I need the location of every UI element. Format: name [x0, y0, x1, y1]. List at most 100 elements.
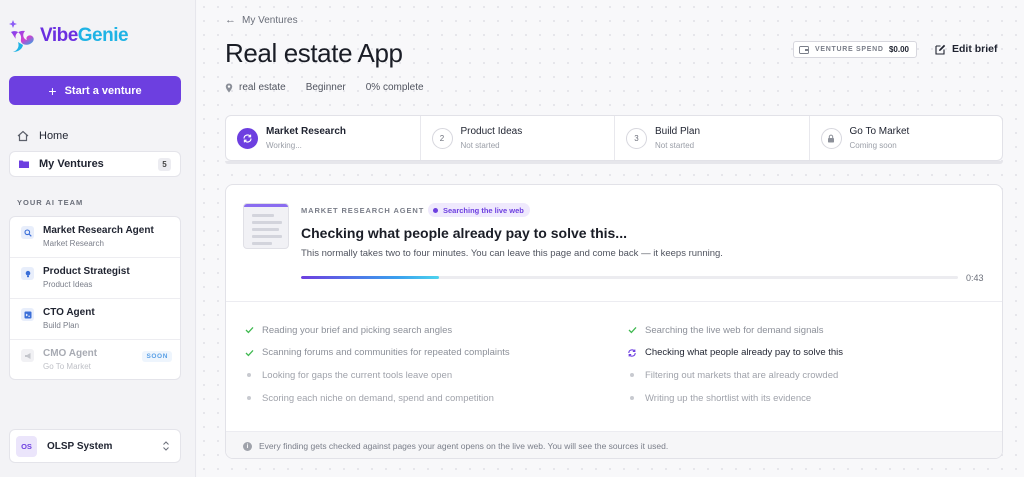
step-text: Writing up the shortlist with its eviden…: [645, 392, 812, 404]
research-step: Searching the live web for demand signal…: [626, 323, 824, 337]
wallet-icon: [799, 45, 809, 54]
step-text: Filtering out markets that are already c…: [645, 369, 839, 381]
workspace-avatar: OS: [16, 435, 37, 457]
search-icon: [21, 226, 34, 239]
research-step: Writing up the shortlist with its eviden…: [626, 391, 811, 405]
tab-market-research[interactable]: Market Research Working...: [226, 116, 421, 160]
document-icon: [243, 203, 289, 249]
tab-status: Not started: [460, 141, 500, 150]
agent-label: MARKET RESEARCH AGENT: [301, 206, 425, 215]
agent-cto[interactable]: CTO Agent Build Plan: [10, 299, 180, 340]
research-step: Scanning forums and communities for repe…: [243, 346, 510, 360]
check-icon: [628, 326, 636, 334]
tab-status: Coming soon: [849, 141, 897, 150]
tab-label: Product Ideas: [460, 126, 523, 137]
back-link[interactable]: ← My Ventures: [225, 14, 298, 26]
tab-step-indicator: [237, 128, 258, 149]
page-title: Real estate App: [225, 38, 403, 68]
workspace-name: OLSP System: [47, 440, 113, 452]
sources-footnote-text: Every finding gets checked against pages…: [259, 441, 669, 451]
live-status-label: Searching the live web: [443, 205, 524, 215]
edit-brief-button[interactable]: Edit brief: [935, 43, 998, 55]
workflow-tabs: Market Research Working... 2 Product Ide…: [225, 115, 1003, 161]
research-step: Filtering out markets that are already c…: [626, 368, 838, 382]
venture-category: real estate: [239, 82, 286, 93]
tab-go-to-market[interactable]: Go To Market Coming soon: [810, 116, 1003, 160]
sidebar: VibeGenie + Start a venture Home My Vent…: [0, 0, 196, 477]
agent-name: Product Strategist: [43, 266, 130, 277]
workspace-selector[interactable]: OS OLSP System: [9, 429, 181, 463]
current-task-headline: Checking what people already pay to solv…: [301, 225, 627, 241]
step-text: Reading your brief and picking search an…: [262, 324, 453, 336]
tab-step-number: 2: [431, 128, 453, 149]
megaphone-icon: [21, 349, 34, 362]
nav-my-ventures-label: My Ventures: [39, 158, 104, 170]
start-venture-label: Start a venture: [64, 84, 142, 97]
step-status-marker: [626, 326, 638, 334]
brand-logo[interactable]: VibeGenie: [8, 16, 129, 56]
agent-role: Build Plan: [43, 321, 80, 330]
nav-my-ventures[interactable]: My Ventures 5: [9, 151, 181, 177]
step-status-marker: [626, 373, 638, 378]
live-status-pill: Searching the live web: [428, 203, 530, 217]
step-text: Scoring each niche on demand, spend and …: [262, 392, 494, 404]
step-status-marker: [626, 348, 638, 358]
sources-footnote: i Every finding gets checked against pag…: [226, 431, 1002, 458]
edit-brief-label: Edit brief: [952, 43, 998, 55]
folder-icon: [19, 160, 29, 168]
venture-spend-badge: VENTURE SPEND $0.00: [793, 41, 917, 58]
tab-status: Not started: [655, 141, 695, 150]
research-step: Reading your brief and picking search an…: [243, 323, 452, 337]
start-venture-button[interactable]: + Start a venture: [9, 76, 181, 105]
progress-bar: [301, 276, 958, 279]
check-icon: [245, 349, 253, 357]
status-dot-icon: [433, 207, 438, 213]
step-text: Searching the live web for demand signal…: [645, 324, 824, 336]
step-status-marker: [243, 396, 255, 401]
divider: [226, 301, 1002, 302]
tab-build-plan[interactable]: 3 Build Plan Not started: [615, 116, 810, 160]
refresh-icon: [243, 134, 252, 143]
current-task-subtext: This normally takes two to four minutes.…: [301, 248, 723, 259]
pending-dot-icon: [630, 396, 634, 401]
agent-role: Market Research: [43, 239, 104, 248]
info-icon: i: [243, 441, 252, 451]
agent-name: CMO Agent: [43, 348, 98, 359]
venture-level: Beginner: [305, 82, 346, 93]
venture-meta: real estate Beginner 0% complete: [225, 82, 444, 93]
tabs-underline: [225, 161, 1003, 164]
nav-home[interactable]: Home: [9, 125, 181, 147]
agent-cmo[interactable]: CMO Agent Go To Market SOON: [10, 340, 180, 379]
research-step: Checking what people already pay to solv…: [626, 346, 843, 360]
agent-name: CTO Agent: [43, 307, 95, 318]
research-step: Scoring each niche on demand, spend and …: [243, 391, 494, 405]
step-status-marker: [243, 326, 255, 334]
agent-role: Product Ideas: [43, 280, 93, 289]
coming-soon-badge: SOON: [142, 351, 172, 362]
agent-role: Go To Market: [43, 362, 91, 371]
step-text: Checking what people already pay to solv…: [645, 347, 844, 359]
pending-dot-icon: [630, 373, 634, 378]
code-icon: [21, 308, 34, 321]
pending-dot-icon: [247, 373, 251, 378]
elapsed-timer: 0:43: [966, 273, 984, 283]
tab-label: Go To Market: [849, 126, 910, 137]
agent-product-strategist[interactable]: Product Strategist Product Ideas: [10, 258, 180, 299]
back-link-label: My Ventures: [242, 14, 298, 26]
step-text: Scanning forums and communities for repe…: [262, 347, 510, 359]
venture-spend-label: VENTURE SPEND: [815, 46, 884, 53]
tab-label: Market Research: [266, 126, 347, 137]
ai-team-list: Market Research Agent Market Research Pr…: [9, 216, 181, 380]
genie-logo-icon: [9, 20, 34, 52]
edit-icon: [935, 44, 946, 55]
step-text: Looking for gaps the current tools leave…: [262, 369, 453, 381]
bulb-icon: [21, 267, 34, 280]
step-status-marker: [243, 373, 255, 378]
tab-step-number: 3: [626, 128, 647, 149]
ai-team-heading: YOUR AI TEAM: [17, 198, 84, 207]
agent-market-research[interactable]: Market Research Agent Market Research: [10, 217, 180, 258]
progress-bar-fill: [301, 276, 439, 279]
tab-product-ideas[interactable]: 2 Product Ideas Not started: [421, 116, 615, 160]
step-status-marker: [243, 349, 255, 357]
home-icon: [17, 130, 29, 142]
